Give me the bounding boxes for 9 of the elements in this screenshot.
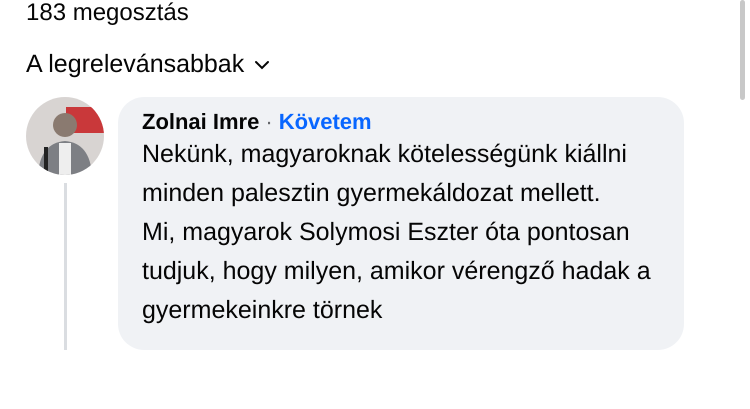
comment-text: Mi, magyarok Solymosi Eszter óta pontosan tudjuk, hogy milyen, amikor vérengző hadak a gyermekeinkre törnek <box>142 217 652 326</box>
share-count[interactable]: 183 megosztás <box>26 0 750 26</box>
separator-dot: · <box>265 109 273 135</box>
author-name[interactable]: Zolnai Imre <box>142 109 260 135</box>
sort-dropdown[interactable]: A legrelevánsabbak <box>26 50 270 79</box>
comment-text: Nekünk, magyaroknak kötelességünk kiállni minden palesztin gyermekáldozat mellett. <box>142 139 628 209</box>
follow-link[interactable]: Követem <box>278 109 372 135</box>
chevron-down-icon <box>254 60 270 70</box>
scrollbar[interactable] <box>740 0 745 100</box>
